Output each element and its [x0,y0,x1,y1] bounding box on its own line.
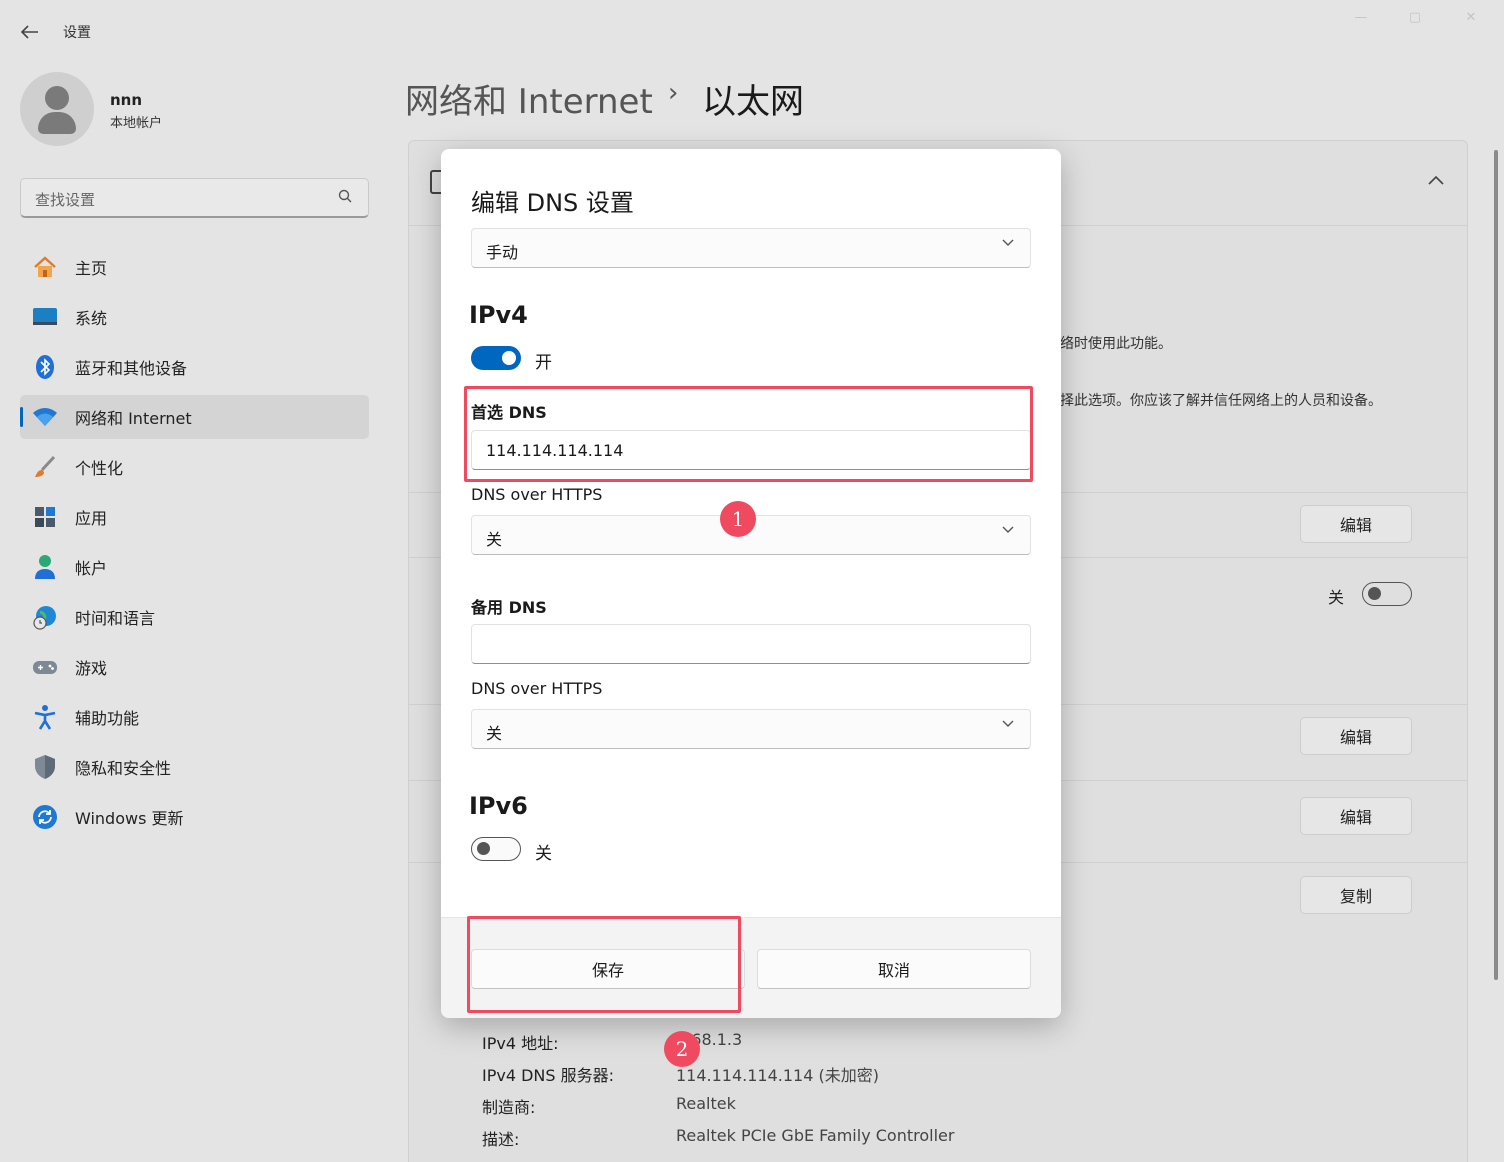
doh-label: DNS over HTTPS [471,485,603,504]
sidebar-item-accounts[interactable]: 帐户 [20,545,369,589]
sidebar-item-personalization[interactable]: 个性化 [20,445,369,489]
edit-ip-assignment-button[interactable]: 编辑 [1300,717,1412,755]
sidebar-item-home[interactable]: 主页 [20,245,369,289]
highlight-save-button [467,916,741,1013]
sidebar-item-label: 隐私和安全性 [75,759,172,778]
ipv4-heading: IPv4 [469,301,528,329]
network-profile-hint: 络时使用此功能。 [1060,336,1172,352]
sidebar-item-apps[interactable]: 应用 [20,495,369,539]
sidebar-item-windows-update[interactable]: Windows 更新 [20,795,369,839]
sidebar-item-label: 应用 [75,509,108,528]
breadcrumb-parent[interactable]: 网络和 Internet [405,74,653,123]
sidebar-item-gaming[interactable]: 游戏 [20,645,369,689]
doh2-label: DNS over HTTPS [471,679,603,698]
arrow-left-icon [21,25,38,39]
alternate-dns-input[interactable] [471,624,1031,664]
sidebar-item-accessibility[interactable]: 辅助功能 [20,695,369,739]
property-label: 描述: [482,1130,520,1149]
breadcrumb-separator: › [668,78,679,108]
sidebar-item-network[interactable]: 网络和 Internet [20,395,369,439]
apps-icon [32,504,58,530]
ipv6-toggle-label: 关 [535,844,552,864]
page-title: 以太网 [702,82,804,122]
update-icon [32,804,58,830]
ipv4-toggle[interactable] [471,346,521,370]
doh-value: 关 [486,530,503,549]
sidebar-item-label: 系统 [75,309,108,328]
ipv6-toggle[interactable] [471,837,521,861]
property-value: Realtek PCIe GbE Family Controller [676,1126,955,1145]
sidebar-item-time-language[interactable]: 时间和语言 [20,595,369,639]
property-label: IPv4 DNS 服务器: [482,1066,615,1085]
sidebar-item-label: 网络和 Internet [75,409,192,428]
bluetooth-icon [32,354,58,380]
property-value: 114.114.114.114 (未加密) [676,1066,879,1085]
cancel-button[interactable]: 取消 [757,949,1031,989]
ipv4-toggle-label: 开 [535,353,552,373]
sidebar-item-label: Windows 更新 [75,809,184,828]
sidebar-item-label: 个性化 [75,459,124,478]
metered-toggle[interactable] [1362,582,1412,606]
back-button[interactable] [14,18,46,46]
accessibility-icon [32,704,58,730]
search-placeholder: 查找设置 [35,191,96,209]
sidebar-item-bluetooth[interactable]: 蓝牙和其他设备 [20,345,369,389]
maximize-button[interactable]: ▢ [1392,10,1438,32]
globe-clock-icon [32,604,58,630]
doh2-value: 关 [486,724,503,743]
app-title: 设置 [63,25,91,41]
title-bar: 设置 — ▢ ✕ [0,0,1504,60]
chevron-down-icon [1002,720,1014,727]
chevron-down-icon [1002,526,1014,533]
search-icon [338,189,352,203]
sidebar-item-label: 帐户 [75,559,108,578]
dns-mode-select[interactable]: 手动 [471,228,1031,268]
annotation-badge-1: 1 [720,501,756,537]
annotation-badge-2: 2 [664,1031,700,1067]
property-value: Realtek [676,1094,736,1113]
copy-button[interactable]: 复制 [1300,876,1412,914]
avatar[interactable] [20,72,94,146]
dns-mode-value: 手动 [486,243,519,262]
dialog-title: 编辑 DNS 设置 [471,189,634,217]
display-icon [32,304,58,330]
metered-toggle-label: 关 [1328,588,1345,607]
chevron-up-icon[interactable] [1428,170,1444,189]
shield-icon [32,754,58,780]
sidebar-item-privacy[interactable]: 隐私和安全性 [20,745,369,789]
search-input[interactable]: 查找设置 [20,178,369,218]
user-name: nnn [110,91,143,109]
property-label: 制造商: [482,1098,536,1117]
edit-ip-button[interactable]: 编辑 [1300,505,1412,543]
person-icon [32,554,58,580]
chevron-down-icon [1002,239,1014,246]
property-label: IPv4 地址: [482,1034,559,1053]
minimize-button[interactable]: — [1338,10,1384,32]
edit-dns-dialog: 编辑 DNS 设置 手动 IPv4 开 首选 DNS 114.114.114.1… [441,149,1061,1018]
sidebar-nav: 主页 系统 蓝牙和其他设备 网络和 Internet 个性化 应用 帐户 时间和… [20,245,369,845]
home-icon [32,254,58,280]
ipv6-heading: IPv6 [469,792,528,820]
sidebar-item-label: 时间和语言 [75,609,156,628]
brush-icon [32,454,58,480]
edit-dns-button[interactable]: 编辑 [1300,797,1412,835]
sidebar-item-label: 蓝牙和其他设备 [75,359,188,378]
sidebar-item-label: 游戏 [75,659,108,678]
gamepad-icon [32,654,58,680]
doh2-select[interactable]: 关 [471,709,1031,749]
wifi-icon [32,404,58,430]
network-profile-warning: 择此选项。你应该了解并信任网络上的人员和设备。 [1060,393,1382,409]
user-account-type: 本地帐户 [110,116,163,131]
highlight-preferred-dns [464,386,1033,482]
scrollbar[interactable] [1494,150,1498,980]
close-button[interactable]: ✕ [1448,10,1494,32]
sidebar-item-label: 辅助功能 [75,709,140,728]
sidebar-item-system[interactable]: 系统 [20,295,369,339]
sidebar-item-label: 主页 [75,259,108,278]
alternate-dns-label: 备用 DNS [471,598,547,617]
